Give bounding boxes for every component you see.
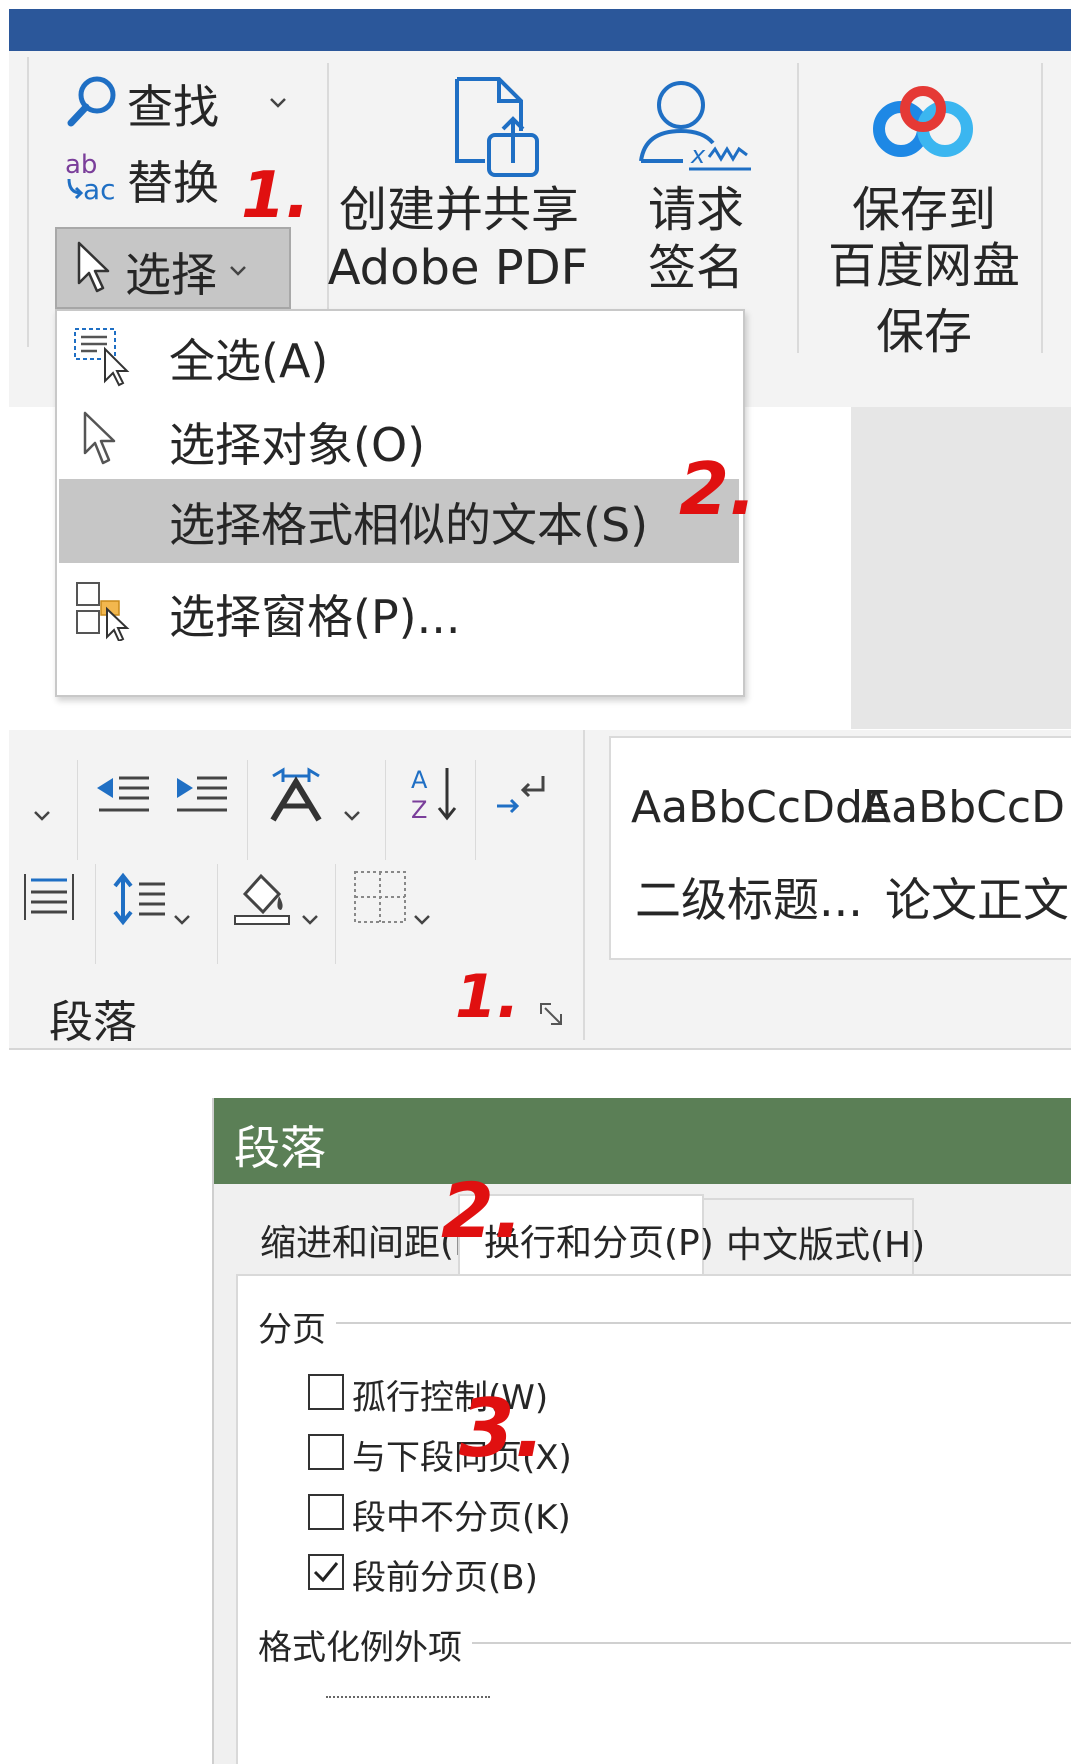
line-spacing-icon[interactable] xyxy=(111,872,167,926)
increase-indent-icon[interactable] xyxy=(173,770,229,820)
tab-panel-line-page-breaks: 分页 孤行控制(W) 与下段同页(X) 段中不分页(K) 段前分页(B) 格式化… xyxy=(236,1274,1071,1764)
style-item-heading2[interactable]: AaBbCcDdE 二级标题... xyxy=(611,738,891,958)
chevron-down-icon[interactable] xyxy=(413,914,431,926)
signature-icon: x xyxy=(633,73,755,177)
selection-pane-icon xyxy=(73,581,131,641)
check-icon xyxy=(313,1562,339,1583)
show-marks-icon[interactable] xyxy=(493,772,549,816)
svg-text:ac: ac xyxy=(83,173,116,205)
create-share-line1: 创建并共享 xyxy=(339,182,580,238)
select-button[interactable]: 选择 xyxy=(55,227,291,309)
style-name: 论文正文 xyxy=(885,873,1069,927)
menu-item-select-similar-format[interactable]: 选择格式相似的文本(S) xyxy=(59,479,739,563)
pointer-icon xyxy=(81,411,117,467)
borders-icon[interactable] xyxy=(353,870,407,924)
create-share-line2: Adobe PDF xyxy=(327,240,589,296)
find-button[interactable]: 查找 xyxy=(59,63,299,139)
create-share-adobe-pdf-button[interactable]: 创建并共享 Adobe PDF xyxy=(328,71,639,307)
keep-with-next-checkbox[interactable] xyxy=(308,1434,344,1470)
save-to-baidu-netdisk-button[interactable]: 保存到 百度网盘 xyxy=(809,71,1039,311)
dialog-title-bar: 段落 xyxy=(214,1098,1071,1184)
request-sign-line2: 签名 xyxy=(647,240,744,296)
chevron-down-icon xyxy=(229,265,247,277)
distributed-align-icon[interactable] xyxy=(21,870,77,924)
tab-asian-typography[interactable]: 中文版式(H) xyxy=(704,1198,925,1276)
share-pdf-icon xyxy=(449,75,549,179)
ribbon-panel-editing: 查找 ab ac 替换 选择 1. 创建并共享 Adobe PDF x 请求 签… xyxy=(9,9,1071,729)
paragraph-dialog-panel: 段落 缩进和间距(I) 换行和分页(P) 中文版式(H) 分页 孤行控制(W) … xyxy=(9,1062,1071,1764)
pointer-icon xyxy=(75,241,111,295)
menu-item-select-all[interactable]: 全选(A) xyxy=(57,311,743,403)
request-signature-button[interactable]: x 请求 签名 xyxy=(621,71,781,307)
find-label: 查找 xyxy=(127,80,219,134)
menu-item-label: 选择窗格(P)... xyxy=(169,590,461,644)
chevron-down-icon[interactable] xyxy=(301,914,319,926)
tab-label: 中文版式(H) xyxy=(726,1225,926,1266)
chevron-down-icon[interactable] xyxy=(173,914,191,926)
page-break-before-label: 段前分页(B) xyxy=(352,1558,538,1598)
ribbon-panel-paragraph: A Z 段落 1. AaBbCcDdE 二级标题... AaBbCcD 论文正文 xyxy=(9,730,1071,1060)
style-name: 二级标题... xyxy=(635,873,863,927)
select-dropdown-menu: 全选(A) 选择对象(O) 选择格式相似的文本(S) 选择窗格(P)... xyxy=(55,309,745,697)
menu-item-label: 全选(A) xyxy=(169,334,329,388)
style-item-body-text[interactable]: AaBbCcD 论文正文 xyxy=(851,738,1071,958)
save-group-label: 保存 xyxy=(875,304,972,360)
style-preview: AaBbCcD xyxy=(861,782,1065,833)
tab-indents-spacing[interactable]: 缩进和间距(I) xyxy=(238,1198,479,1276)
baidu-save-line2: 百度网盘 xyxy=(827,238,1020,294)
svg-text:A: A xyxy=(411,766,428,794)
exceptions-group-label: 格式化例外项 xyxy=(258,1620,472,1669)
paragraph-group-label: 段落 xyxy=(49,997,137,1048)
widow-control-checkbox[interactable] xyxy=(308,1374,344,1410)
annotation-step3: 3. xyxy=(459,1382,546,1475)
menu-item-selection-pane[interactable]: 选择窗格(P)... xyxy=(57,567,743,659)
replace-icon: ab ac xyxy=(63,149,123,205)
annotation-step2: 2. xyxy=(679,447,757,531)
svg-text:Z: Z xyxy=(411,796,427,824)
menu-item-label: 选择对象(O) xyxy=(169,418,426,472)
menu-item-select-objects[interactable]: 选择对象(O) xyxy=(57,395,743,487)
replace-label: 替换 xyxy=(127,156,219,210)
shading-icon[interactable] xyxy=(231,870,293,926)
select-all-icon xyxy=(73,327,131,387)
title-bar xyxy=(9,9,1071,51)
chevron-down-icon xyxy=(269,97,287,109)
search-icon xyxy=(65,73,121,129)
keep-lines-together-checkbox[interactable] xyxy=(308,1494,344,1530)
chevron-down-icon[interactable] xyxy=(343,810,361,822)
request-sign-line1: 请求 xyxy=(647,182,744,238)
annotation-step1: 1. xyxy=(241,159,310,233)
dialog-launcher-icon[interactable] xyxy=(539,1002,567,1030)
paragraph-dialog: 段落 缩进和间距(I) 换行和分页(P) 中文版式(H) 分页 孤行控制(W) … xyxy=(212,1098,1071,1764)
annotation-step2: 2. xyxy=(441,1166,523,1255)
baidu-save-line1: 保存到 xyxy=(851,182,996,238)
document-area-gray xyxy=(851,407,1071,729)
decrease-indent-icon[interactable] xyxy=(95,770,151,820)
menu-item-label: 选择格式相似的文本(S) xyxy=(169,498,649,552)
keep-lines-together-label: 段中不分页(K) xyxy=(352,1498,571,1538)
pagination-group-label: 分页 xyxy=(258,1302,336,1351)
dialog-title: 段落 xyxy=(234,1121,326,1175)
select-label: 选择 xyxy=(125,248,217,302)
chinese-layout-icon[interactable] xyxy=(263,766,329,822)
baidu-netdisk-icon xyxy=(871,83,975,163)
svg-text:x: x xyxy=(690,141,706,169)
page-break-before-checkbox[interactable] xyxy=(308,1554,344,1590)
sort-icon[interactable]: A Z xyxy=(409,764,459,824)
styles-gallery: AaBbCcDdE 二级标题... AaBbCcD 论文正文 xyxy=(609,736,1071,960)
chevron-down-icon[interactable] xyxy=(33,810,51,822)
annotation-step1: 1. xyxy=(455,962,520,1032)
focus-dotted-line xyxy=(326,1696,490,1698)
